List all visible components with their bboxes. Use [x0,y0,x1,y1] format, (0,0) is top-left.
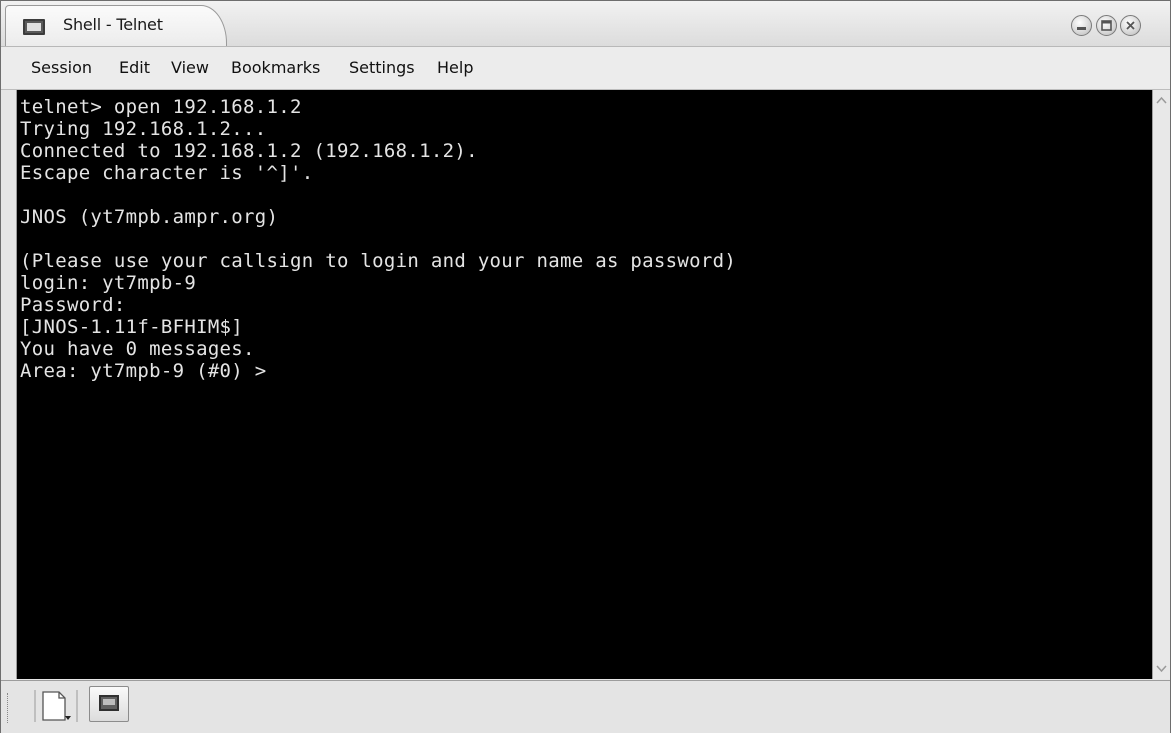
maximize-icon [1101,20,1112,31]
menu-session[interactable]: Session [31,58,92,77]
maximize-button[interactable] [1096,15,1117,36]
terminal-area[interactable]: telnet> open 192.168.1.2 Trying 192.168.… [17,90,1152,679]
terminal-line: login: yt7mpb-9 [20,272,197,294]
frame-left-edge [1,90,17,679]
terminal-line: JNOS (yt7mpb.ampr.org) [20,206,279,228]
menu-bookmarks[interactable]: Bookmarks [231,58,320,77]
new-session-icon[interactable] [29,688,83,724]
menu-bar: Session Edit View Bookmarks Settings Hel… [1,47,1170,90]
minimize-button[interactable] [1071,15,1092,36]
close-icon [1126,21,1135,30]
window-title-tab: Shell - Telnet [5,5,227,46]
session-tab[interactable] [89,686,129,722]
menu-view[interactable]: View [171,58,209,77]
terminal-line: Connected to 192.168.1.2 (192.168.1.2). [20,140,478,162]
menu-settings[interactable]: Settings [349,58,415,77]
terminal-line: telnet> open 192.168.1.2 [20,96,302,118]
vertical-scrollbar[interactable] [1152,90,1170,679]
menu-edit[interactable]: Edit [119,58,150,77]
scroll-down-icon[interactable] [1153,660,1170,677]
terminal-icon[interactable] [23,19,45,35]
session-tab-bar [1,680,1170,733]
title-bar[interactable]: Shell - Telnet [1,1,1170,47]
scroll-up-icon[interactable] [1153,92,1170,109]
close-button[interactable] [1120,15,1141,36]
terminal-line: (Please use your callsign to login and y… [20,250,737,272]
terminal-icon [99,695,119,711]
menu-help[interactable]: Help [437,58,473,77]
konsole-window: Shell - Telnet Session Edit View Bookmar… [0,0,1171,733]
terminal-line: Trying 192.168.1.2... [20,118,267,140]
terminal-line: [JNOS-1.11f-BFHIM$] [20,316,244,338]
terminal-line: You have 0 messages. [20,338,255,360]
terminal-line: Password: [20,294,126,316]
terminal-line: Escape character is '^]'. [20,162,314,184]
terminal-prompt-line: Area: yt7mpb-9 (#0) > [20,360,267,382]
window-title: Shell - Telnet [63,15,163,34]
minimize-icon [1077,27,1086,30]
toolbar-grip[interactable] [7,693,11,723]
